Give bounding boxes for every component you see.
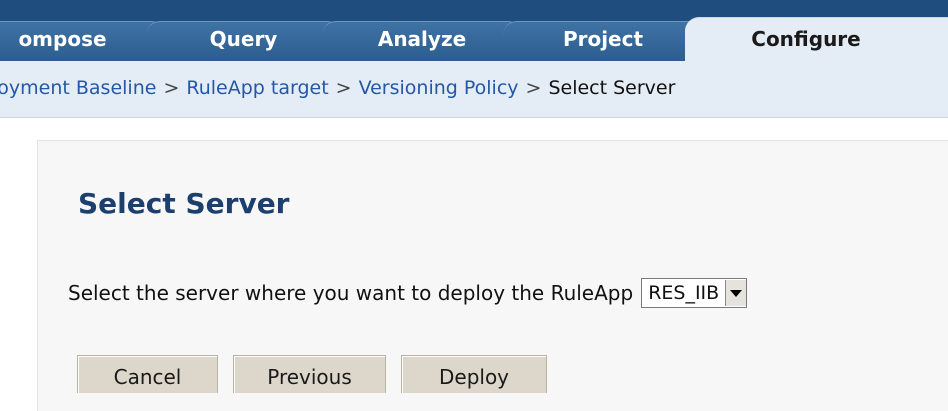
chevron-down-icon[interactable] <box>725 280 747 306</box>
tab-label: Project <box>562 26 644 51</box>
server-prompt-label: Select the server where you want to depl… <box>68 281 634 305</box>
breadcrumb-separator: > <box>525 77 542 99</box>
previous-button[interactable]: Previous <box>233 355 386 393</box>
tab-configure[interactable]: Configure <box>685 17 948 61</box>
cancel-button[interactable]: Cancel <box>77 355 218 393</box>
tab-label: ompose <box>18 26 107 51</box>
tab-query[interactable]: Query <box>146 21 341 61</box>
server-prompt-row: Select the server where you want to depl… <box>68 276 748 310</box>
deploy-button[interactable]: Deploy <box>401 355 547 393</box>
breadcrumb: loyment Baseline > RuleApp target > Versioni… <box>0 61 948 118</box>
breadcrumb-link-ruleapp-target[interactable]: RuleApp target <box>186 77 328 99</box>
page-title: Select Server <box>78 187 290 220</box>
breadcrumb-trail: loyment Baseline > RuleApp target > Versioni… <box>0 77 675 99</box>
breadcrumb-separator: > <box>335 77 352 99</box>
tab-label: Configure <box>751 26 861 51</box>
server-select[interactable]: RES_IIB <box>641 278 748 308</box>
breadcrumb-current: Select Server <box>548 77 676 99</box>
breadcrumb-link-versioning-policy[interactable]: Versioning Policy <box>359 77 519 99</box>
server-select-value: RES_IIB <box>648 282 720 304</box>
tab-analyze[interactable]: Analyze <box>322 21 522 61</box>
tab-bar: ompose Query Analyze Project Configure <box>0 0 948 61</box>
breadcrumb-link-deployment-baseline[interactable]: loyment Baseline <box>0 77 156 99</box>
tab-compose[interactable]: ompose <box>0 21 165 61</box>
tab-label: Analyze <box>377 26 467 51</box>
tab-project[interactable]: Project <box>503 21 703 61</box>
tab-label: Query <box>209 26 278 51</box>
breadcrumb-separator: > <box>163 77 180 99</box>
